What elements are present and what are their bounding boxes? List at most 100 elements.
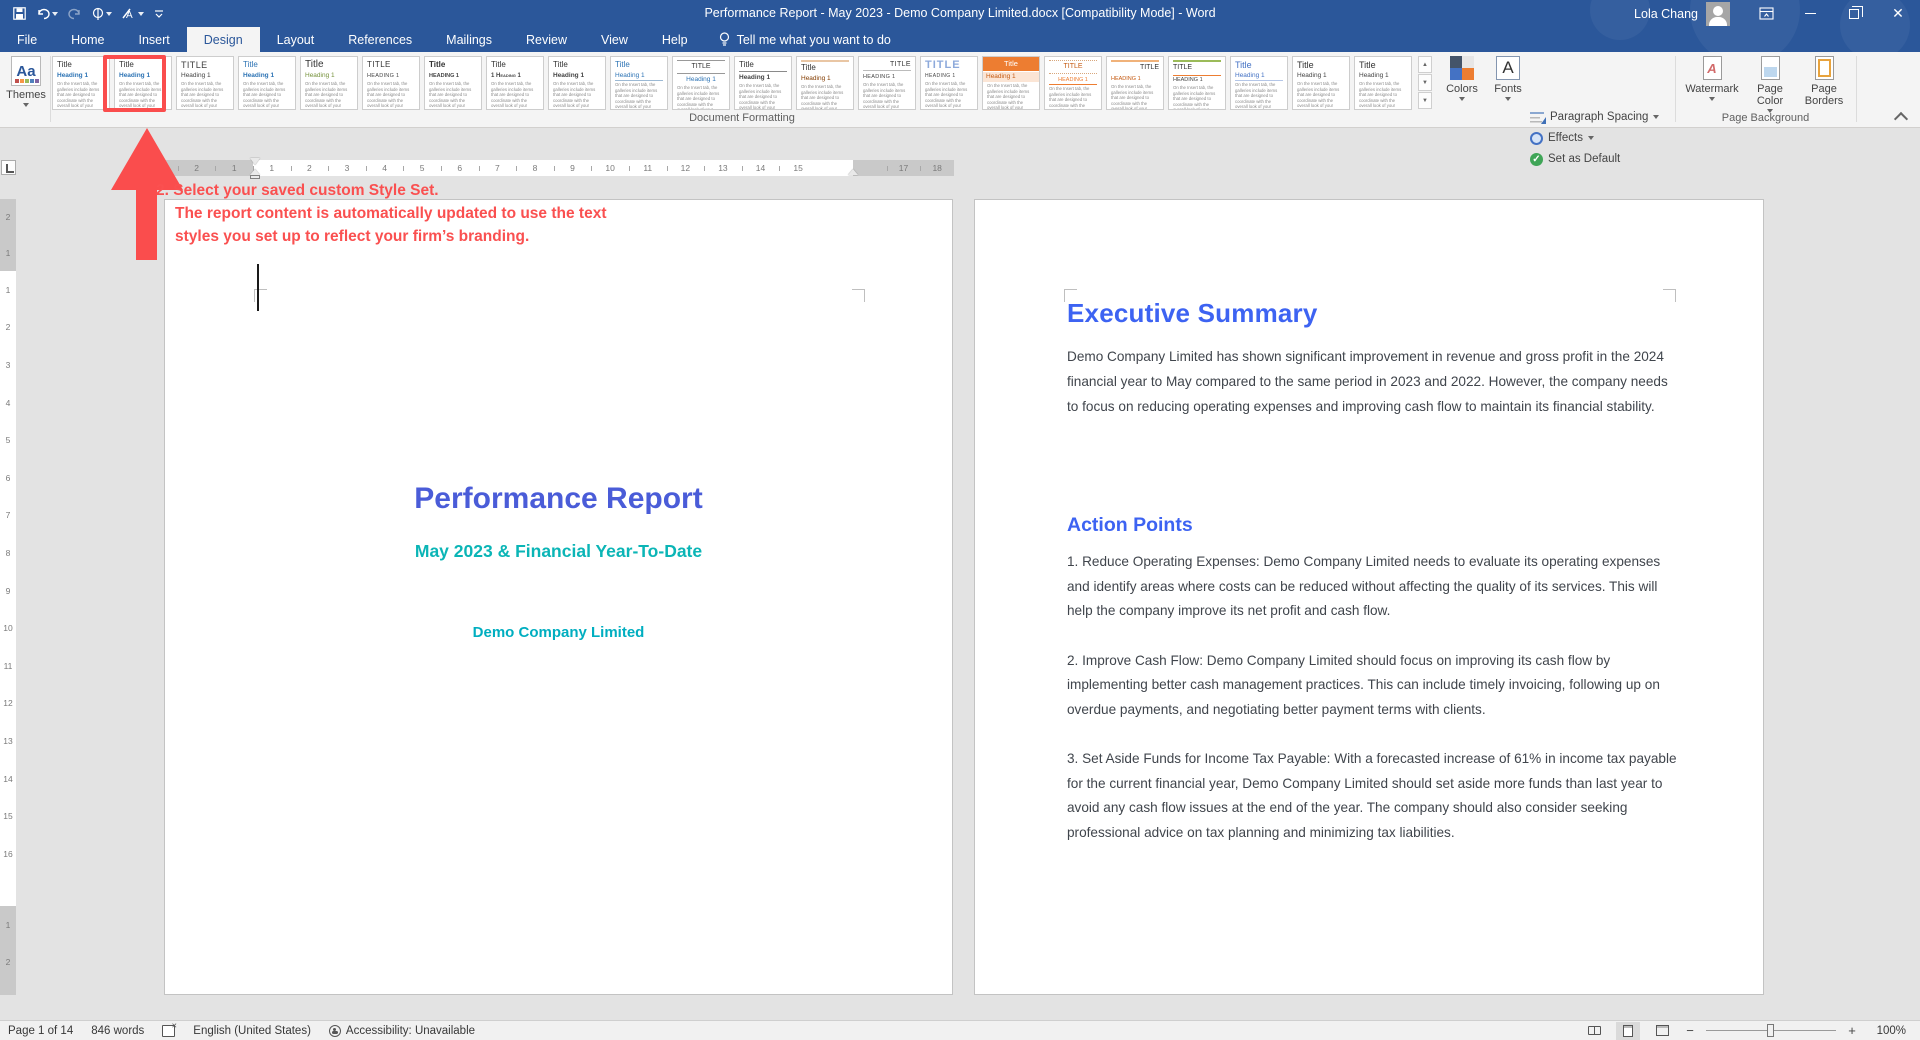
undo-button[interactable]: [33, 3, 61, 25]
touch-mode-dropdown-icon[interactable]: [106, 12, 112, 16]
style-set-card[interactable]: Title 1 Heading 1 On the Insert tab, the…: [486, 56, 544, 110]
ribbon-tab[interactable]: References: [331, 27, 429, 52]
restore-button[interactable]: [1832, 0, 1876, 27]
style-tool-button[interactable]: A: [119, 3, 147, 25]
accessibility-icon: [329, 1025, 341, 1037]
document-page-1[interactable]: Performance Report May 2023 & Financial …: [164, 199, 953, 995]
style-set-card[interactable]: TITLE HEADING 1 On the Insert tab, the g…: [1106, 56, 1164, 110]
colors-button[interactable]: Colors: [1440, 56, 1484, 101]
watermark-dropdown-icon: [1709, 97, 1715, 101]
annotation-highlight-box: [103, 55, 166, 112]
style-set-card[interactable]: Title Heading 1 On the Insert tab, the g…: [982, 56, 1040, 110]
page-borders-button[interactable]: Page Borders: [1798, 56, 1850, 107]
style-set-card[interactable]: TITLE Heading 1 On the Insert tab, the g…: [176, 56, 234, 110]
fonts-dropdown-icon: [1505, 97, 1511, 101]
undo-dropdown-icon[interactable]: [52, 12, 58, 16]
close-button[interactable]: ✕: [1876, 0, 1920, 27]
zoom-slider[interactable]: [1706, 1030, 1836, 1032]
page-color-button[interactable]: Page Color: [1746, 56, 1794, 113]
style-set-card[interactable]: Title Heading 1 On the Insert tab, the g…: [548, 56, 606, 110]
scroll-up-icon: ▲: [1422, 62, 1428, 68]
executive-summary-paragraph: Demo Company Limited has shown significa…: [1067, 344, 1679, 419]
action-points-heading: Action Points: [1067, 514, 1193, 537]
web-layout-button[interactable]: [1650, 1022, 1674, 1040]
save-button[interactable]: [10, 3, 29, 25]
watermark-button[interactable]: A Watermark: [1682, 56, 1742, 101]
ribbon-tab[interactable]: Help: [645, 27, 705, 52]
style-tool-dropdown-icon[interactable]: [138, 12, 144, 16]
page-background-group-label: Page Background: [1678, 112, 1853, 124]
ribbon-tab[interactable]: Mailings: [429, 27, 509, 52]
ribbon-design-tab: Aa Themes Title Heading 1 On the Insert …: [0, 52, 1920, 128]
ribbon-tab[interactable]: Home: [54, 27, 121, 52]
restore-icon: [1849, 9, 1859, 19]
language-indicator[interactable]: English (United States): [193, 1025, 311, 1037]
first-line-indent-marker[interactable]: [250, 158, 260, 165]
style-set-card[interactable]: TITLE Heading 1 On the Insert tab, the g…: [672, 56, 730, 110]
gallery-scroll-up-button[interactable]: ▲: [1418, 56, 1432, 73]
style-set-card[interactable]: TITLE HEADING 1 On the Insert tab, the g…: [362, 56, 420, 110]
ribbon-tab[interactable]: View: [584, 27, 645, 52]
signed-in-user[interactable]: Lola Chang: [1634, 7, 1698, 21]
lightbulb-icon: [719, 32, 730, 47]
read-mode-icon: [1588, 1026, 1601, 1035]
style-set-card[interactable]: Title Heading 1 On the Insert tab, the g…: [52, 56, 110, 110]
style-set-card[interactable]: Title Heading 1 On the Insert tab, the g…: [734, 56, 792, 110]
themes-button[interactable]: Aa Themes: [4, 56, 48, 107]
vertical-ruler: 21 12345678910111213141516 12: [0, 199, 16, 995]
right-indent-marker[interactable]: [848, 169, 858, 175]
style-set-card[interactable]: TITLE HEADING 1 On the Insert tab, the g…: [1168, 56, 1226, 110]
ribbon-tab[interactable]: File: [0, 27, 54, 52]
tell-me-box[interactable]: Tell me what you want to do: [705, 27, 891, 52]
action-point-paragraph: 1. Reduce Operating Expenses: Demo Compa…: [1067, 550, 1679, 624]
style-set-card[interactable]: Title Heading 1 On the Insert tab, the g…: [238, 56, 296, 110]
accessibility-status[interactable]: Accessibility: Unavailable: [329, 1025, 475, 1037]
effects-button[interactable]: Effects: [1530, 129, 1659, 147]
ribbon-display-options-button[interactable]: [1744, 0, 1788, 27]
zoom-in-button[interactable]: +: [1846, 1023, 1858, 1038]
ribbon-tab[interactable]: Layout: [260, 27, 332, 52]
document-page-2[interactable]: Executive Summary Demo Company Limited h…: [974, 199, 1764, 995]
paragraph-spacing-button[interactable]: Paragraph Spacing: [1530, 108, 1659, 126]
style-set-card[interactable]: Title Heading 1 On the Insert tab, the g…: [1292, 56, 1350, 110]
fonts-button[interactable]: A Fonts: [1488, 56, 1528, 101]
style-set-card[interactable]: Title Heading 1 On the Insert tab, the g…: [1354, 56, 1412, 110]
style-set-card[interactable]: Title Heading 1 On the Insert tab, the g…: [796, 56, 854, 110]
read-mode-button[interactable]: [1582, 1022, 1606, 1040]
text-boundary-mark: [852, 289, 865, 302]
minimize-button[interactable]: [1788, 0, 1832, 27]
style-set-card[interactable]: TITLE HEADING 1 On the Insert tab, the g…: [1044, 56, 1102, 110]
style-set-card[interactable]: Title Heading 1 On the Insert tab, the g…: [300, 56, 358, 110]
gallery-scroll-down-button[interactable]: ▼: [1418, 74, 1432, 91]
effects-dropdown-icon: [1588, 136, 1594, 140]
proofing-errors-icon: [162, 1025, 175, 1037]
effects-icon: [1530, 132, 1543, 145]
style-set-card[interactable]: Title Heading 1 On the Insert tab, the g…: [1230, 56, 1288, 110]
proofing-status[interactable]: [162, 1025, 175, 1037]
word-count[interactable]: 846 words: [91, 1025, 144, 1037]
style-set-card[interactable]: TITLE HEADING 1 On the Insert tab, the g…: [920, 56, 978, 110]
style-set-card[interactable]: TITLE HEADING 1 On the Insert tab, the g…: [858, 56, 916, 110]
ribbon-tab[interactable]: Insert: [122, 27, 187, 52]
redo-button[interactable]: [65, 3, 85, 25]
gallery-more-button[interactable]: ▼: [1418, 92, 1432, 109]
collapse-ribbon-icon[interactable]: [1894, 112, 1908, 126]
zoom-out-button[interactable]: −: [1684, 1023, 1696, 1038]
set-as-default-button[interactable]: ✓ Set as Default: [1530, 150, 1659, 168]
ribbon-tab[interactable]: Review: [509, 27, 584, 52]
style-set-card[interactable]: Title Heading 1 On the Insert tab, the g…: [610, 56, 668, 110]
gallery-scroll-controls: ▲ ▼ ▼: [1418, 56, 1432, 109]
print-layout-button[interactable]: [1616, 1022, 1640, 1040]
touch-mouse-mode-button[interactable]: [89, 3, 115, 25]
page-indicator[interactable]: Page 1 of 14: [8, 1025, 73, 1037]
user-avatar[interactable]: [1706, 2, 1730, 26]
zoom-slider-thumb[interactable]: [1767, 1024, 1774, 1037]
watermark-icon: A: [1703, 56, 1722, 80]
style-set-card[interactable]: Title HEADING 1 On the Insert tab, the g…: [424, 56, 482, 110]
web-layout-icon: [1656, 1025, 1669, 1036]
ribbon-tab[interactable]: Design: [187, 27, 260, 52]
report-subtitle: May 2023 & Financial Year-To-Date: [165, 541, 952, 562]
zoom-level[interactable]: 100%: [1868, 1025, 1906, 1037]
tab-stop-selector[interactable]: [1, 160, 16, 175]
customize-quick-access-toolbar-button[interactable]: [151, 3, 167, 25]
